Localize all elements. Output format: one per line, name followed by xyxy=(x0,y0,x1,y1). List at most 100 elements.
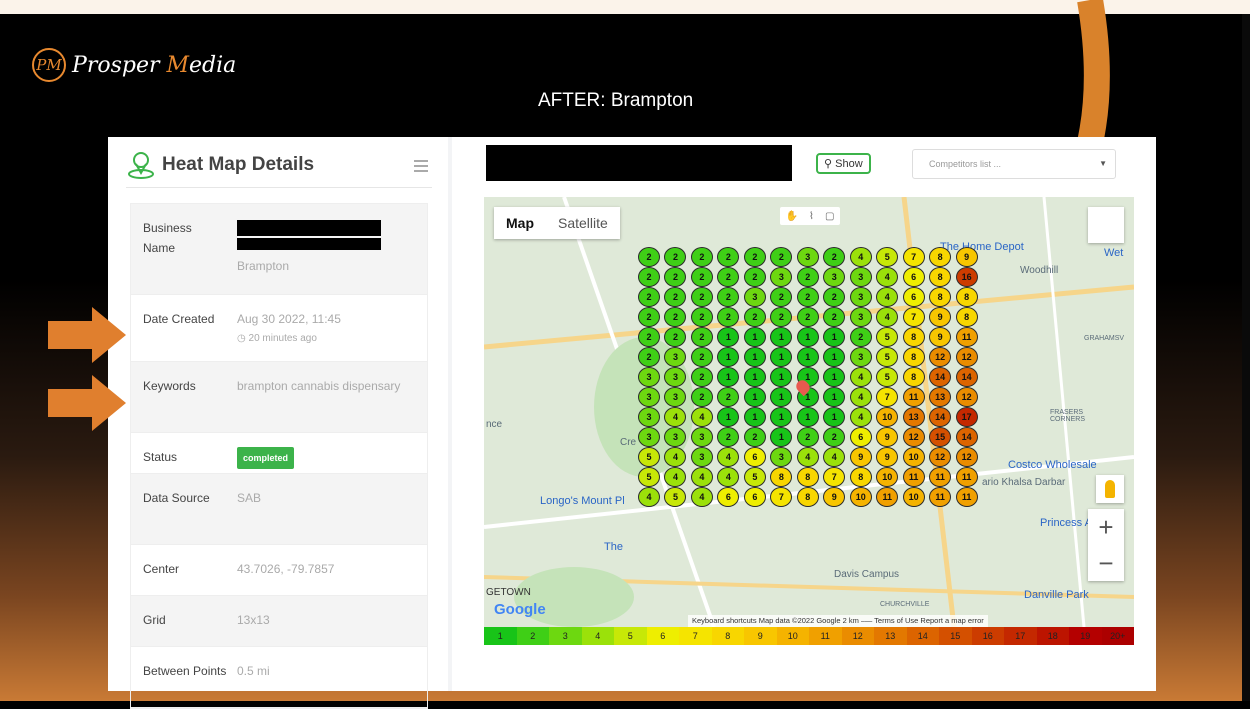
rank-dot[interactable]: 4 xyxy=(690,487,713,507)
rank-dot[interactable]: 10 xyxy=(902,487,925,507)
rank-dot[interactable]: 2 xyxy=(690,367,713,387)
rank-dot[interactable]: 3 xyxy=(770,267,793,287)
rank-dot[interactable]: 6 xyxy=(743,447,766,467)
rank-dot[interactable]: 2 xyxy=(796,427,819,447)
rank-dot[interactable]: 4 xyxy=(849,407,872,427)
rank-dot[interactable]: 2 xyxy=(690,387,713,407)
rank-dot[interactable]: 2 xyxy=(717,287,740,307)
rank-dot[interactable]: 17 xyxy=(955,407,978,427)
tab-map[interactable]: Map xyxy=(494,207,546,239)
rank-dot[interactable]: 4 xyxy=(849,387,872,407)
rank-dot[interactable]: 8 xyxy=(929,247,952,267)
rank-dot[interactable]: 6 xyxy=(717,487,740,507)
competitors-select[interactable]: Competitors list ... ▼ xyxy=(912,149,1116,179)
rank-dot[interactable]: 4 xyxy=(664,447,687,467)
rank-dot[interactable]: 12 xyxy=(902,427,925,447)
rank-dot[interactable]: 12 xyxy=(929,347,952,367)
rank-dot[interactable]: 2 xyxy=(664,307,687,327)
rank-dot[interactable]: 3 xyxy=(743,287,766,307)
rank-dot[interactable]: 8 xyxy=(902,347,925,367)
rank-dot[interactable]: 1 xyxy=(717,367,740,387)
rank-dot[interactable]: 3 xyxy=(690,427,713,447)
rank-dot[interactable]: 7 xyxy=(902,307,925,327)
rank-dot[interactable]: 14 xyxy=(955,367,978,387)
rank-dot[interactable]: 8 xyxy=(770,467,793,487)
rank-dot[interactable]: 4 xyxy=(876,307,899,327)
rank-dot[interactable]: 3 xyxy=(664,347,687,367)
rank-dot[interactable]: 10 xyxy=(849,487,872,507)
rank-dot[interactable]: 1 xyxy=(770,327,793,347)
rank-dot[interactable]: 9 xyxy=(929,327,952,347)
rank-dot[interactable]: 2 xyxy=(770,247,793,267)
rank-dot[interactable]: 13 xyxy=(929,387,952,407)
rank-dot[interactable]: 5 xyxy=(876,247,899,267)
rank-dot[interactable]: 2 xyxy=(743,427,766,447)
rank-dot[interactable]: 4 xyxy=(849,247,872,267)
rank-dot[interactable]: 9 xyxy=(823,487,846,507)
rank-dot[interactable]: 3 xyxy=(664,367,687,387)
hamburger-menu-icon[interactable] xyxy=(414,157,428,175)
rank-dot[interactable]: 6 xyxy=(743,487,766,507)
rank-dot[interactable]: 8 xyxy=(902,327,925,347)
rank-dot[interactable]: 1 xyxy=(743,407,766,427)
rank-dot[interactable]: 10 xyxy=(902,447,925,467)
rank-dot[interactable]: 1 xyxy=(770,347,793,367)
rank-dot[interactable]: 1 xyxy=(743,327,766,347)
rank-dot[interactable]: 2 xyxy=(823,247,846,267)
rank-dot[interactable]: 11 xyxy=(876,487,899,507)
rank-dot[interactable]: 1 xyxy=(823,327,846,347)
rank-dot[interactable]: 6 xyxy=(902,267,925,287)
rank-dot[interactable]: 12 xyxy=(929,447,952,467)
rank-dot[interactable]: 2 xyxy=(690,287,713,307)
rank-dot[interactable]: 2 xyxy=(690,307,713,327)
rank-dot[interactable]: 1 xyxy=(743,347,766,367)
show-button[interactable]: ⚲ Show xyxy=(816,153,871,174)
rank-dot[interactable]: 4 xyxy=(664,407,687,427)
google-map[interactable]: Map Satellite ✋ ⌇ ▢ The Home Depot Wet Woo… xyxy=(484,197,1134,627)
rank-dot[interactable]: 5 xyxy=(664,487,687,507)
zoom-in-button[interactable]: + xyxy=(1088,509,1124,545)
rank-dot[interactable]: 8 xyxy=(902,367,925,387)
rank-dot[interactable]: 2 xyxy=(770,307,793,327)
rank-dot[interactable]: 2 xyxy=(717,267,740,287)
rank-dot[interactable]: 2 xyxy=(638,327,660,347)
rank-dot[interactable]: 1 xyxy=(823,407,846,427)
rank-dot[interactable]: 1 xyxy=(796,327,819,347)
rank-dot[interactable]: 3 xyxy=(849,267,872,287)
rank-dot[interactable]: 8 xyxy=(929,267,952,287)
rank-dot[interactable]: 1 xyxy=(796,347,819,367)
rank-dot[interactable]: 1 xyxy=(823,347,846,367)
rank-dot[interactable]: 3 xyxy=(823,267,846,287)
rank-dot[interactable]: 2 xyxy=(638,287,660,307)
rank-dot[interactable]: 13 xyxy=(902,407,925,427)
rank-dot[interactable]: 2 xyxy=(823,427,846,447)
rank-dot[interactable]: 2 xyxy=(638,247,660,267)
rank-dot[interactable]: 3 xyxy=(849,307,872,327)
rank-dot[interactable]: 3 xyxy=(849,287,872,307)
rank-dot[interactable]: 2 xyxy=(717,387,740,407)
rank-dot[interactable]: 11 xyxy=(902,467,925,487)
rank-dot[interactable]: 8 xyxy=(796,467,819,487)
rank-dot[interactable]: 9 xyxy=(929,307,952,327)
rank-dot[interactable]: 8 xyxy=(955,307,978,327)
rank-dot[interactable]: 3 xyxy=(796,247,819,267)
rank-dot[interactable]: 5 xyxy=(638,447,660,467)
rank-dot[interactable]: 2 xyxy=(638,307,660,327)
rank-dot[interactable]: 2 xyxy=(717,427,740,447)
rank-dot[interactable]: 10 xyxy=(876,467,899,487)
rank-dot[interactable]: 1 xyxy=(770,387,793,407)
rank-dot[interactable]: 2 xyxy=(717,247,740,267)
rank-dot[interactable]: 6 xyxy=(849,427,872,447)
rank-dot[interactable]: 5 xyxy=(876,347,899,367)
rank-dot[interactable]: 11 xyxy=(929,487,952,507)
rank-dot[interactable]: 16 xyxy=(955,267,978,287)
rank-dot[interactable]: 4 xyxy=(717,447,740,467)
rank-dot[interactable]: 3 xyxy=(770,447,793,467)
rank-dot[interactable]: 10 xyxy=(876,407,899,427)
rank-dot[interactable]: 11 xyxy=(902,387,925,407)
map-attribution[interactable]: Keyboard shortcuts Map data ©2022 Google… xyxy=(688,615,988,627)
rank-dot[interactable]: 2 xyxy=(796,267,819,287)
rank-dot[interactable]: 3 xyxy=(664,427,687,447)
rank-dot[interactable]: 2 xyxy=(664,247,687,267)
rank-dot[interactable]: 14 xyxy=(929,407,952,427)
